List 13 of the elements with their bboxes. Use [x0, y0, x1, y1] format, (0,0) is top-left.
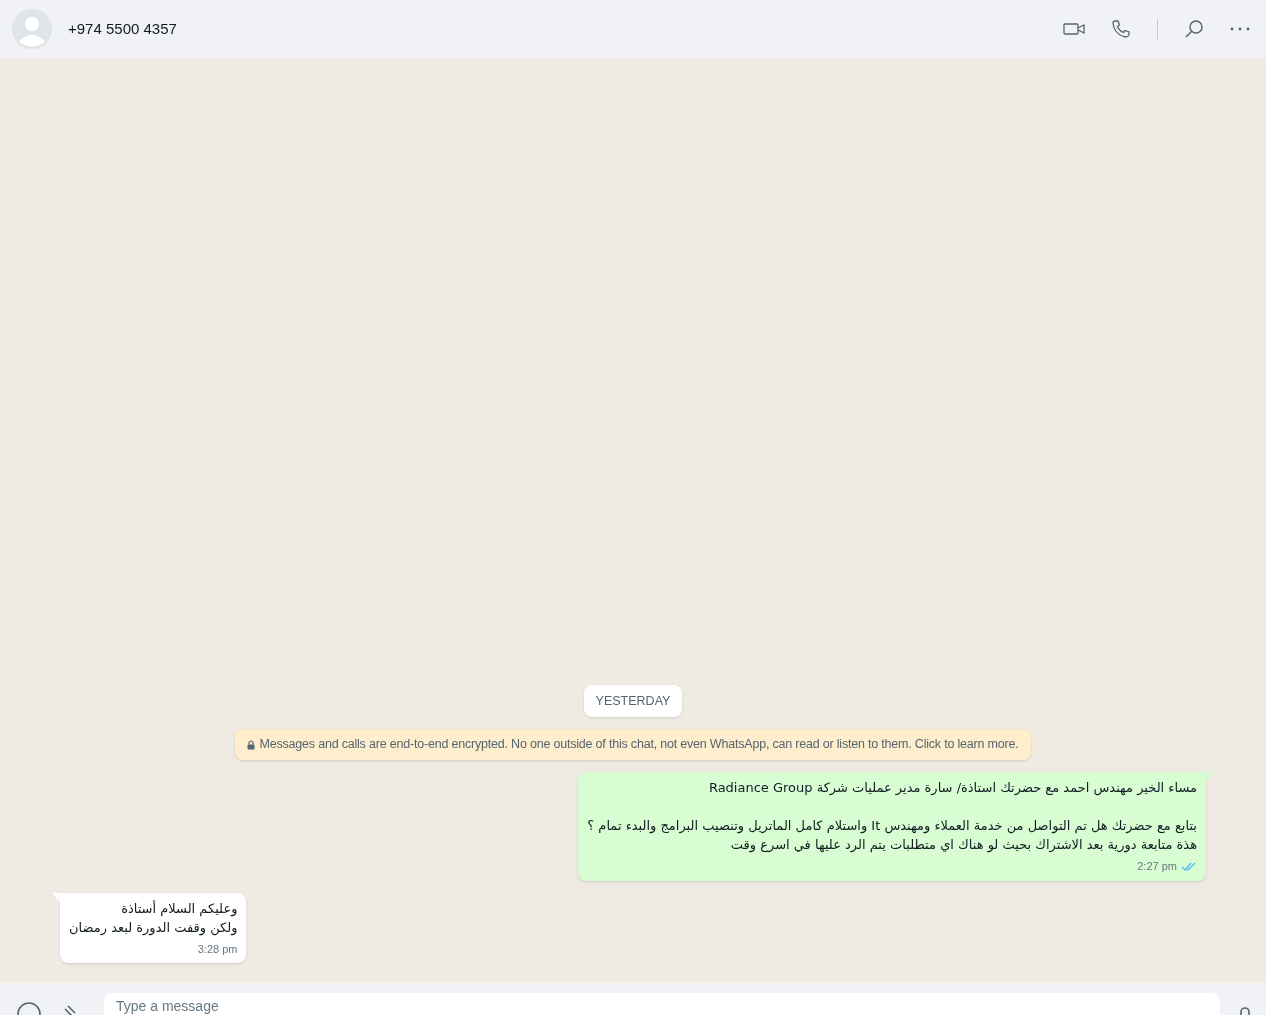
contact-name[interactable]: +974 5500 4357	[68, 17, 177, 41]
search-icon[interactable]	[1184, 19, 1204, 39]
encryption-notice[interactable]: Messages and calls are end-to-end encrypted. No one outside of this chat, not even WhatsApp, can read or listen to them. Click to learn more.	[235, 729, 1031, 760]
phone-icon[interactable]	[1111, 19, 1131, 39]
message-time: 2:27 pm	[1137, 859, 1177, 874]
lock-icon	[247, 739, 256, 750]
message-input[interactable]: Type a message	[104, 993, 1220, 1015]
menu-icon[interactable]	[1230, 27, 1250, 31]
message-text: مساء الخير مهندس احمد مع حضرتك استاذة/ سارة مدير عمليات شركة Radiance Group بتابع مع حضرتك هل تم التواصل من خدمة العملاء ومهندس It واستلام كامل الماتريل وتنصيب البرامج والبدء تمام ؟ هذة متابعة دورية بعد الاشتراك بحيث لو هناك اي متطلبات يتم الرد عليها في اسرع وقت	[587, 779, 1197, 854]
video-call-icon[interactable]	[1063, 22, 1085, 36]
encryption-text: Messages and calls are end-to-end encrypted. No one outside of this chat, not even WhatsApp, can read or listen to them. Click to learn more.	[259, 736, 1019, 754]
message-time: 3:28 pm	[197, 941, 238, 957]
message-text: وعليكم السلام أستاذة ولكن وقفت الدورة لبعد رمضان	[69, 899, 238, 937]
